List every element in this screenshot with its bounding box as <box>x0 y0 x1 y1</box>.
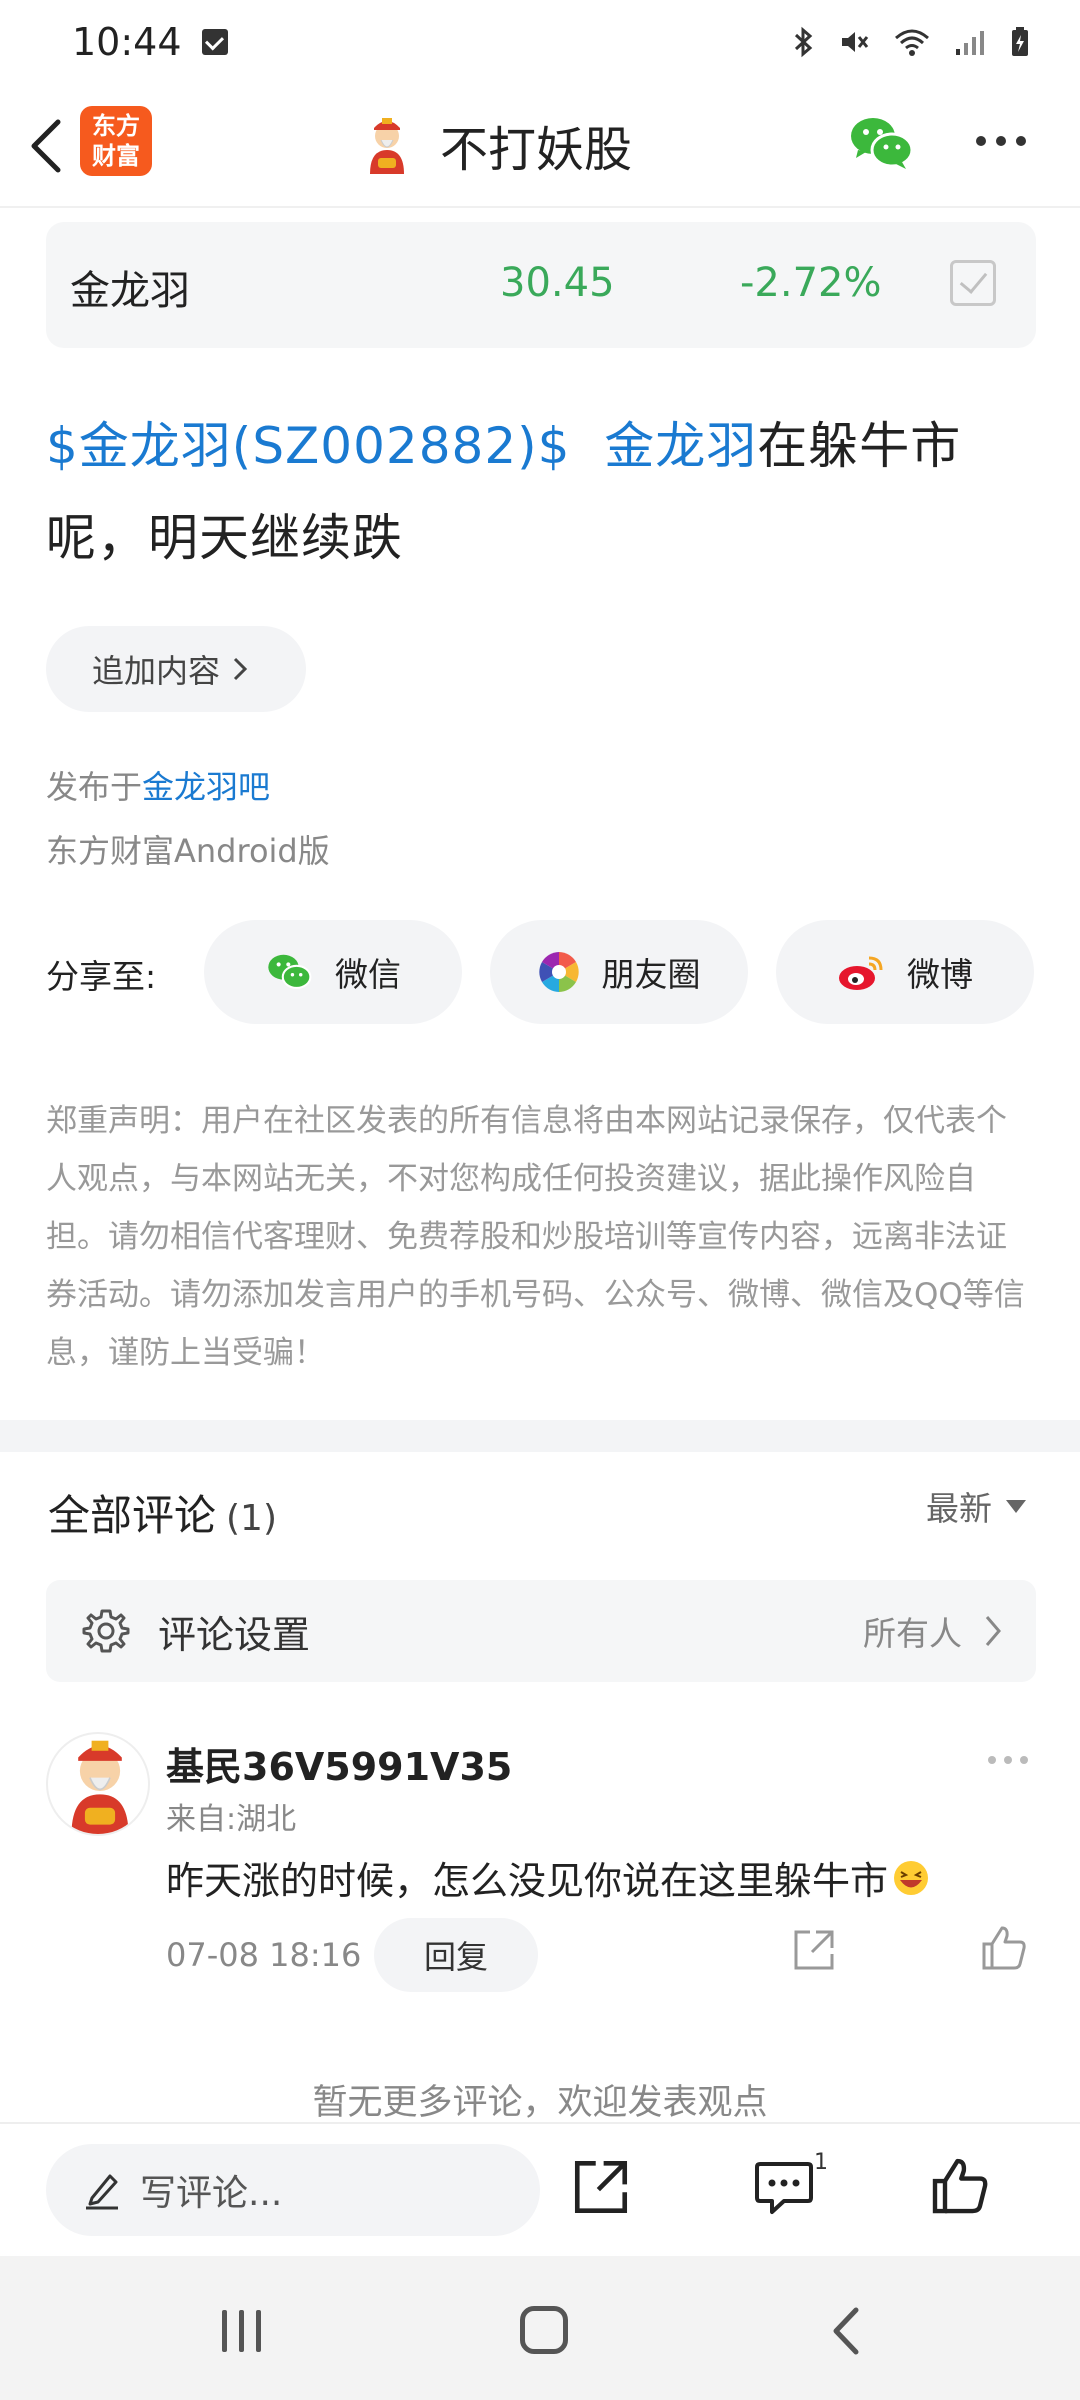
publish-info: 发布于金龙羽吧 <box>46 762 270 808</box>
share-weibo-label: 微博 <box>907 955 973 994</box>
comments-count: (1) <box>226 1498 278 1539</box>
mute-icon <box>842 32 869 52</box>
system-back-icon[interactable] <box>826 2306 866 2356</box>
publish-prefix: 发布于 <box>46 768 143 806</box>
back-arrow-icon[interactable] <box>22 114 74 178</box>
comment-settings-row[interactable]: 评论设置 所有人 <box>46 1580 1036 1682</box>
laughing-emoji-icon <box>894 1860 929 1895</box>
comments-title: 全部评论 (1) <box>48 1482 277 1543</box>
thumbs-up-icon[interactable] <box>930 2156 990 2216</box>
thumbs-up-icon[interactable] <box>980 1924 1028 1972</box>
pencil-icon <box>86 2174 118 2210</box>
append-content-label: 追加内容 <box>92 652 221 690</box>
status-bar: 10:44 <box>0 0 1080 84</box>
brand-line-1: 东方 <box>92 112 140 140</box>
wechat-share-icon[interactable] <box>848 114 914 172</box>
page-title: 不打妖股 <box>440 122 633 178</box>
comment-username[interactable]: 基民36V5991V35 <box>166 1736 512 1791</box>
sort-dropdown[interactable]: 最新 <box>926 1482 1026 1530</box>
chevron-right-icon <box>233 657 248 681</box>
comment-settings-label: 评论设置 <box>158 1612 311 1657</box>
reply-button[interactable]: 回复 <box>374 1918 538 1992</box>
fortune-god-avatar-icon <box>71 1740 129 1834</box>
comments-title-text: 全部评论 <box>48 1491 217 1540</box>
append-content-button[interactable]: 追加内容 <box>46 626 306 712</box>
status-icons <box>792 26 1030 58</box>
chevron-right-icon <box>985 1616 1001 1646</box>
comment-more-icon[interactable] <box>988 1756 1028 1764</box>
sort-label: 最新 <box>926 1489 992 1528</box>
eastmoney-logo[interactable]: 东方 财富 <box>80 106 152 176</box>
stock-name-link[interactable]: 金龙羽 <box>604 417 757 475</box>
battery-icon <box>1012 27 1028 56</box>
comment-text: 昨天涨的时候，怎么没见你说在这里躲牛市 <box>166 1850 930 1905</box>
stock-change: -2.72% <box>740 260 882 306</box>
forum-link[interactable]: 金龙羽吧 <box>142 768 270 806</box>
dropdown-arrow-icon <box>1006 1499 1026 1513</box>
share-wechat-button[interactable]: 微信 <box>204 920 462 1024</box>
stock-tag-link[interactable]: $金龙羽(SZ002882)$ <box>46 417 571 475</box>
share-weibo-button[interactable]: 微博 <box>776 920 1034 1024</box>
status-time: 10:44 <box>72 20 182 64</box>
stock-name: 金龙羽 <box>70 268 190 314</box>
share-label: 分享至: <box>46 957 157 996</box>
home-icon[interactable] <box>520 2306 568 2354</box>
section-divider <box>0 1420 1080 1452</box>
comment-text-content: 昨天涨的时候，怎么没见你说在这里躲牛市 <box>166 1859 889 1903</box>
client-info: 东方财富Android版 <box>46 832 330 870</box>
nav-title-group: 不打妖股 <box>356 110 632 180</box>
stock-card[interactable]: 金龙羽 30.45 -2.72% <box>46 222 1036 348</box>
bottom-action-bar: 写评论... 1 <box>0 2122 1080 2256</box>
comment-input-placeholder: 写评论... <box>140 2173 283 2214</box>
stock-price: 30.45 <box>500 260 615 306</box>
avatar[interactable] <box>46 1732 150 1836</box>
no-more-comments: 暂无更多评论，欢迎发表观点 <box>312 2083 768 2123</box>
gear-icon <box>82 1609 130 1653</box>
share-icon[interactable] <box>792 1928 836 1972</box>
share-wechat-label: 微信 <box>335 955 401 994</box>
nav-bar: 东方 财富 不打妖股 <box>0 84 1080 208</box>
post-body: $金龙羽(SZ002882)$ 金龙羽在躲牛市呢，明天继续跌 <box>46 400 1036 584</box>
comment-time: 07-08 18:16 <box>166 1936 362 1974</box>
comment-input[interactable]: 写评论... <box>46 2144 540 2236</box>
disclaimer: 郑重声明：用户在社区发表的所有信息将由本网站记录保存，仅代表个人观点，与本网站无… <box>46 1103 1025 1371</box>
comment-icon[interactable] <box>754 2160 814 2216</box>
bluetooth-icon <box>794 26 813 58</box>
task-check-icon <box>201 29 228 55</box>
weibo-icon <box>839 956 883 990</box>
comment-settings-value: 所有人 <box>863 1614 962 1653</box>
system-nav-bar <box>0 2256 1080 2400</box>
brand-line-2: 财富 <box>92 142 140 170</box>
share-moments-button[interactable]: 朋友圈 <box>490 920 748 1024</box>
signal-icon <box>956 31 984 55</box>
more-options-icon[interactable] <box>976 136 1026 146</box>
fortune-god-avatar-icon <box>370 118 404 174</box>
moments-icon <box>538 952 579 992</box>
share-icon[interactable] <box>572 2158 630 2216</box>
watchlist-check-icon[interactable] <box>950 260 996 306</box>
recent-apps-icon[interactable] <box>222 2310 261 2352</box>
wechat-icon <box>268 954 312 989</box>
wifi-icon <box>895 29 929 56</box>
share-moments-label: 朋友圈 <box>601 955 701 994</box>
comment-count-badge: 1 <box>814 2150 828 2175</box>
comment-location: 来自:湖北 <box>166 1802 297 1837</box>
